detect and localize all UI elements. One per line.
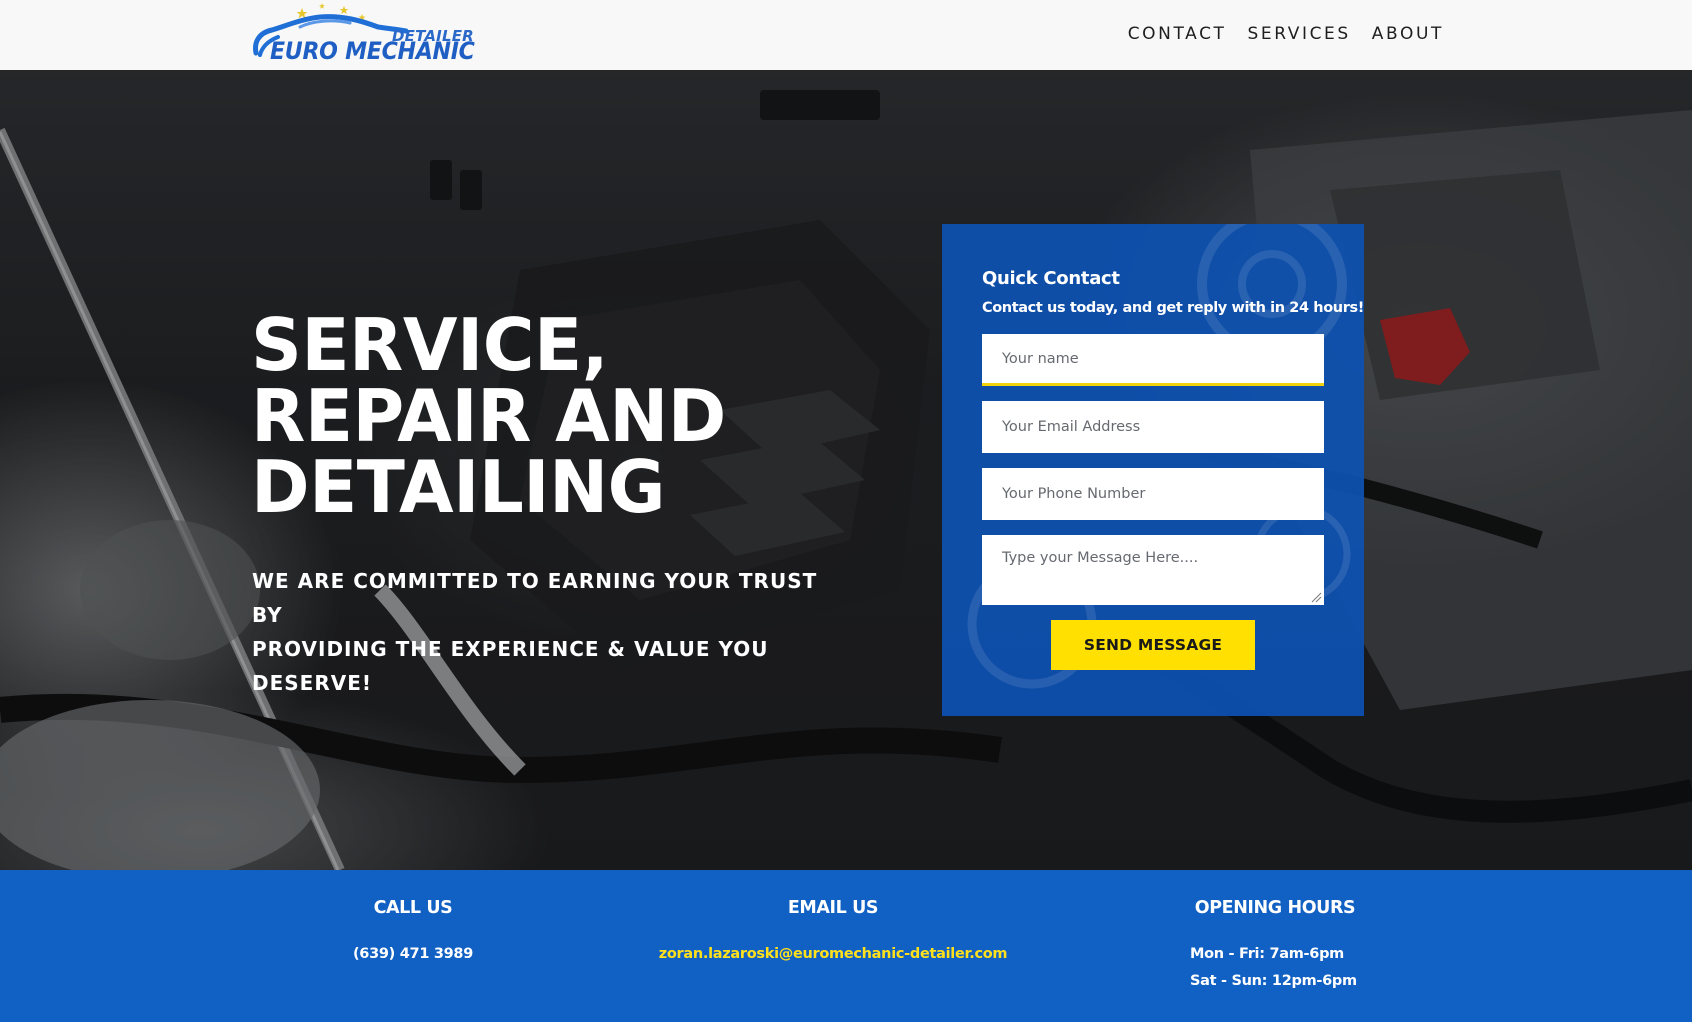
nav-about[interactable]: ABOUT bbox=[1372, 24, 1444, 44]
call-us-column: CALL US (639) 471 3989 bbox=[313, 898, 513, 968]
hours-weekend: Sat - Sun: 12pm-6pm bbox=[1190, 973, 1357, 989]
nav-contact[interactable]: CONTACT bbox=[1128, 24, 1227, 44]
email-us-heading: EMAIL US bbox=[787, 898, 879, 918]
contact-info-bar: CALL US (639) 471 3989 EMAIL US zoran.la… bbox=[0, 870, 1692, 1022]
hours-weekdays: Mon - Fri: 7am-6pm bbox=[1190, 946, 1344, 962]
hero-section: SERVICE, REPAIR AND DETAILING WE ARE COM… bbox=[0, 70, 1692, 870]
hero-title: SERVICE, REPAIR AND DETAILING bbox=[251, 309, 800, 523]
quick-contact-subtitle: Contact us today, and get reply with in … bbox=[982, 300, 1364, 316]
phone-number[interactable]: (639) 471 3989 bbox=[313, 941, 513, 968]
nav-services[interactable]: SERVICES bbox=[1248, 24, 1351, 44]
resize-handle-icon[interactable] bbox=[1311, 592, 1322, 603]
email-us-column: EMAIL US zoran.lazaroski@euromechanic-de… bbox=[633, 898, 1033, 968]
quick-contact-form: Quick Contact Contact us today, and get … bbox=[942, 224, 1364, 716]
email-link[interactable]: zoran.lazaroski@euromechanic-detailer.co… bbox=[633, 941, 1033, 968]
main-nav: CONTACT SERVICES ABOUT bbox=[1128, 24, 1444, 44]
phone-input[interactable] bbox=[982, 468, 1324, 520]
call-us-heading: CALL US bbox=[373, 898, 453, 918]
hero-title-line-3: DETAILING bbox=[251, 445, 666, 529]
message-textarea[interactable] bbox=[982, 535, 1324, 605]
opening-hours-heading: OPENING HOURS bbox=[1194, 898, 1356, 918]
hero-subtitle-line-1: WE ARE COMMITTED TO EARNING YOUR TRUST B… bbox=[252, 569, 818, 627]
email-input[interactable] bbox=[982, 401, 1324, 453]
send-message-button[interactable]: SEND MESSAGE bbox=[1051, 620, 1255, 670]
quick-contact-title: Quick Contact bbox=[982, 268, 1120, 289]
hero-subtitle: WE ARE COMMITTED TO EARNING YOUR TRUST B… bbox=[252, 564, 852, 700]
name-input[interactable] bbox=[982, 334, 1324, 386]
hero-subtitle-line-2: PROVIDING THE EXPERIENCE & VALUE YOU DES… bbox=[252, 637, 769, 695]
euro-mechanic-logo[interactable]: DETAILER EURO MECHANIC bbox=[250, 3, 475, 65]
logo-main-text: EURO MECHANIC bbox=[270, 37, 475, 65]
site-header: DETAILER EURO MECHANIC CONTACT SERVICES … bbox=[0, 0, 1692, 70]
opening-hours-column: OPENING HOURS Mon - Fri: 7am-6pm Sat - S… bbox=[1190, 898, 1360, 995]
